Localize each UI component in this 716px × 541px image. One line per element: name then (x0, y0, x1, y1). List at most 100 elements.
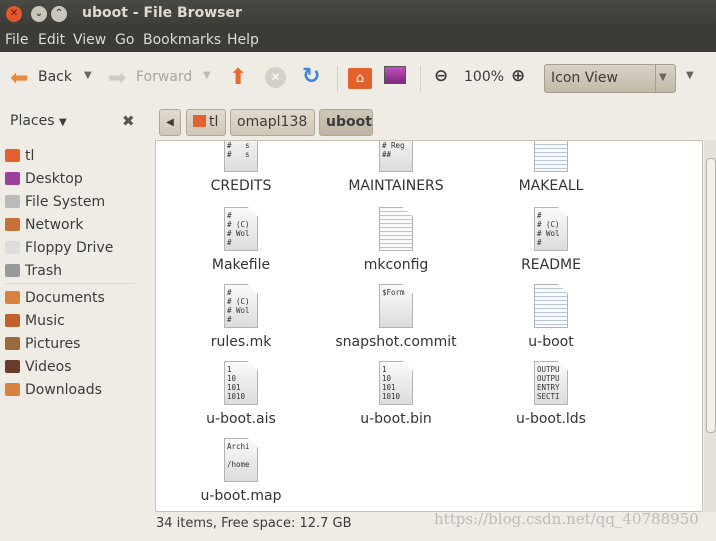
breadcrumb-scroll-left[interactable]: ◀ (159, 109, 181, 136)
file-item[interactable]: Archi /home u-boot.map (166, 438, 316, 504)
sidebar-item-label: Documents (25, 290, 105, 306)
file-name: MAKEALL (518, 178, 584, 194)
zoom-out-icon[interactable]: ⊖ (434, 66, 448, 86)
file-item[interactable]: # # (C) # Wol # README (476, 207, 626, 273)
file-name: mkconfig (363, 257, 429, 273)
file-icon-view[interactable]: # P # s # s CREDITS ## # Reg ## MAINTAINERS… (155, 140, 703, 512)
documents-icon (5, 291, 20, 304)
sidebar-item-pictures[interactable]: Pictures (5, 336, 80, 356)
sidebar-item-label: tl (25, 148, 35, 164)
floppy-drive-icon (5, 241, 20, 254)
computer-icon[interactable] (384, 66, 406, 84)
file-name: u-boot.bin (360, 411, 432, 427)
downloads-icon (5, 383, 20, 396)
text-file-icon: $Form (379, 284, 413, 328)
maximize-window-button[interactable]: ⌃ (51, 6, 67, 22)
file-name: CREDITS (210, 178, 272, 194)
sidebar-item-documents[interactable]: Documents (5, 290, 105, 310)
breadcrumb-omapl138[interactable]: omapl138 (230, 109, 315, 136)
file-item[interactable]: OUTPU OUTPU ENTRY SECTI u-boot.lds (476, 361, 626, 427)
menu-edit[interactable]: Edit (38, 32, 65, 48)
sidebar-item-label: Floppy Drive (25, 240, 114, 256)
watermark: https://blog.csdn.net/qq_40788950 (434, 510, 699, 528)
view-mode-select[interactable]: Icon View ▼ (544, 64, 676, 93)
text-file-icon: 1 10 101 1010 (224, 361, 258, 405)
text-file-icon (534, 284, 568, 328)
location-bar: Places ▼ ✖ ◀ tl omapl138 uboot (0, 104, 716, 140)
file-name: u-boot.ais (206, 411, 276, 427)
close-window-button[interactable]: ✕ (6, 6, 22, 22)
file-item[interactable]: $Form snapshot.commit (321, 284, 471, 350)
forward-history-dropdown[interactable]: ▼ (203, 70, 211, 81)
file-item[interactable]: 1 10 101 1010 u-boot.bin (321, 361, 471, 427)
text-file-icon: 1 10 101 1010 (379, 361, 413, 405)
zoom-in-icon[interactable]: ⊕ (511, 66, 525, 86)
file-system-icon (5, 195, 20, 208)
sidebar-item-tl[interactable]: tl (5, 148, 34, 168)
forward-label: Forward (136, 69, 193, 85)
sidebar-item-floppy-drive[interactable]: Floppy Drive (5, 240, 113, 260)
sidebar-item-downloads[interactable]: Downloads (5, 382, 102, 402)
sidebar-item-label: Videos (25, 359, 72, 375)
file-item[interactable]: MAKEALL (476, 141, 626, 194)
file-item[interactable]: # # (C) # Wol # rules.mk (166, 284, 316, 350)
menu-go[interactable]: Go (115, 32, 134, 48)
sidebar-item-music[interactable]: Music (5, 313, 65, 333)
view-mode-value: Icon View (551, 70, 618, 86)
status-bar: 34 items, Free space: 12.7 GB (156, 516, 352, 531)
sidebar-item-trash[interactable]: Trash (5, 263, 62, 283)
toolbar-overflow-dropdown[interactable]: ▼ (686, 70, 694, 81)
close-sidebar-icon[interactable]: ✖ (122, 112, 135, 130)
sidebar-item-label: Music (25, 313, 65, 329)
menu-bookmarks[interactable]: Bookmarks (143, 32, 221, 48)
sidebar-item-label: Trash (25, 263, 62, 279)
minimize-window-button[interactable]: ⌄ (31, 6, 47, 22)
text-file-icon: ## # Reg ## (379, 141, 413, 172)
sidebar-item-label: Network (25, 217, 84, 233)
menu-help[interactable]: Help (227, 32, 259, 48)
zoom-level: 100% (464, 69, 505, 85)
home-folder-icon[interactable]: ⌂ (348, 68, 372, 89)
home-folder-icon (193, 115, 206, 127)
places-sidebar: tl Desktop File System Network Floppy Drive T… (0, 140, 148, 512)
stop-icon[interactable]: ✕ (265, 67, 286, 88)
text-file-icon (379, 207, 413, 251)
breadcrumb-uboot[interactable]: uboot (319, 109, 373, 136)
back-arrow-icon: ⬅ (10, 66, 29, 91)
file-item[interactable]: # P # s # s CREDITS (166, 141, 316, 194)
up-arrow-icon[interactable]: ⬆ (229, 65, 247, 90)
music-icon (5, 314, 20, 327)
reload-icon[interactable]: ↻ (302, 64, 320, 89)
forward-arrow-icon: ➡ (108, 66, 127, 91)
scrollbar-thumb[interactable] (706, 158, 716, 433)
breadcrumb-tl[interactable]: tl (186, 109, 226, 136)
window-title: uboot - File Browser (82, 5, 242, 21)
text-file-icon (534, 141, 568, 172)
videos-icon (5, 360, 20, 373)
file-name: rules.mk (210, 334, 272, 350)
network-icon (5, 218, 20, 231)
text-file-icon: # # (C) # Wol # (534, 207, 568, 251)
file-item[interactable]: mkconfig (321, 207, 471, 273)
file-item[interactable]: 1 10 101 1010 u-boot.ais (166, 361, 316, 427)
places-selector[interactable]: Places ▼ (10, 113, 67, 129)
chevron-down-icon: ▼ (659, 72, 667, 83)
text-file-icon: Archi /home (224, 438, 258, 482)
trash-icon (5, 264, 20, 277)
text-file-icon: # P # s # s (224, 141, 258, 172)
file-item[interactable]: ## # Reg ## MAINTAINERS (321, 141, 471, 194)
sidebar-item-desktop[interactable]: Desktop (5, 171, 83, 191)
desktop-icon (5, 172, 20, 185)
sidebar-item-videos[interactable]: Videos (5, 359, 72, 379)
file-item[interactable]: u-boot (476, 284, 626, 350)
back-history-dropdown[interactable]: ▼ (84, 70, 92, 81)
sidebar-item-network[interactable]: Network (5, 217, 83, 237)
text-file-icon: # # (C) # Wol # (224, 207, 258, 251)
sidebar-item-file-system[interactable]: File System (5, 194, 105, 214)
tl-icon (5, 149, 20, 162)
menu-view[interactable]: View (73, 32, 106, 48)
menu-file[interactable]: File (5, 32, 28, 48)
file-item[interactable]: # # (C) # Wol # Makefile (166, 207, 316, 273)
file-name: MAINTAINERS (348, 178, 444, 194)
file-name: u-boot (528, 334, 574, 350)
